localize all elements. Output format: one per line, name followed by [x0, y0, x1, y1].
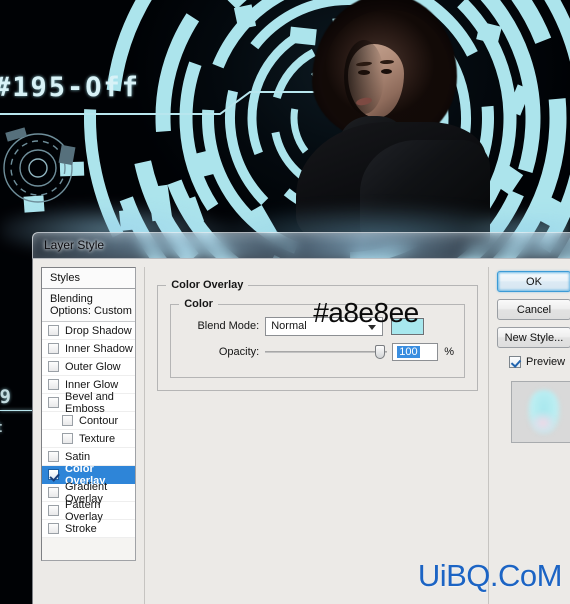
blend-mode-label: Blend Mode: — [197, 320, 260, 332]
color-overlay-legend: Color Overlay — [166, 279, 249, 291]
new-style-button[interactable]: New Style... — [497, 327, 570, 348]
style-item-stroke[interactable]: Stroke — [42, 520, 136, 538]
opacity-slider[interactable] — [265, 343, 388, 361]
style-item-checkbox[interactable] — [48, 487, 59, 498]
style-item-label: Stroke — [65, 522, 97, 535]
dialog-title: Layer Style — [44, 238, 105, 252]
opacity-slider-thumb[interactable] — [375, 345, 386, 359]
opacity-value: 100 — [397, 346, 420, 358]
subject-eye-left — [358, 70, 370, 75]
color-overlay-pane: #a8e8ee Color Overlay Color Blend Mode: … — [144, 267, 489, 604]
style-item-label: Drop Shadow — [65, 324, 132, 337]
opacity-input[interactable]: 100 — [392, 343, 439, 361]
hud-text-left-2: et — [0, 420, 5, 436]
style-item-checkbox[interactable] — [62, 433, 73, 444]
styles-list: Drop Shadow Inner Shadow Outer Glow Inner G… — [42, 322, 136, 538]
opacity-unit: % — [444, 346, 454, 358]
styles-header[interactable]: Styles — [42, 268, 136, 289]
blending-options-row[interactable]: Blending Options: Custom — [42, 289, 136, 322]
style-item-label: Contour — [79, 414, 119, 427]
preview-thumbnail — [511, 381, 570, 443]
style-item-inner-shadow[interactable]: Inner Shadow — [42, 340, 136, 358]
opacity-label: Opacity: — [218, 346, 260, 358]
cancel-button[interactable]: Cancel — [497, 299, 570, 320]
style-item-checkbox[interactable] — [48, 325, 59, 336]
preview-checkbox[interactable] — [509, 356, 521, 368]
style-item-checkbox[interactable] — [48, 379, 59, 390]
style-item-pattern-overlay[interactable]: Pattern Overlay — [42, 498, 136, 523]
style-item-label: Pattern Overlay — [65, 498, 103, 523]
style-item-outer-glow[interactable]: Outer Glow — [42, 358, 136, 376]
style-item-label: Satin — [65, 450, 91, 463]
ok-button[interactable]: OK — [497, 271, 570, 292]
style-item-checkbox[interactable] — [48, 397, 59, 408]
opacity-slider-track — [265, 351, 388, 353]
style-item-label: Inner Glow — [65, 378, 119, 391]
dialog-body: Styles Blending Options: Custom Drop Sha… — [32, 258, 570, 604]
style-item-label: Texture — [79, 432, 116, 445]
styles-panel: Styles Blending Options: Custom Drop Sha… — [41, 267, 137, 561]
styles-column: Styles Blending Options: Custom Drop Sha… — [41, 267, 137, 604]
style-item-checkbox[interactable] — [48, 343, 59, 354]
style-item-label: Inner Shadow — [65, 342, 133, 355]
style-item-bevel-and-emboss[interactable]: Bevel and Emboss — [42, 390, 136, 415]
style-item-contour[interactable]: Contour — [42, 412, 136, 430]
style-item-checkbox[interactable] — [48, 505, 59, 516]
style-item-label: Outer Glow — [65, 360, 121, 373]
preview-thumbnail-glow2 — [530, 412, 556, 434]
style-item-checkbox[interactable] — [48, 523, 59, 534]
preview-checkbox-row[interactable]: Preview — [497, 356, 570, 368]
styles-list-tail — [42, 538, 136, 560]
dialog-actions: OK Cancel New Style... Preview — [497, 267, 570, 604]
style-item-drop-shadow[interactable]: Drop Shadow — [42, 322, 136, 340]
color-group-legend: Color — [179, 298, 218, 310]
style-item-checkbox[interactable] — [48, 361, 59, 372]
hud-text-main: #195-Off — [0, 72, 141, 103]
style-item-checkbox[interactable] — [62, 415, 73, 426]
blend-mode-value: Normal — [271, 320, 307, 332]
style-item-checkbox[interactable] — [48, 451, 59, 462]
style-item-checkbox[interactable] — [48, 469, 59, 480]
layer-style-dialog[interactable]: Layer Style Styles Blending Options: Cus… — [32, 232, 570, 604]
preview-label: Preview — [526, 356, 566, 368]
style-item-texture[interactable]: Texture — [42, 430, 136, 448]
hud-text-left-1: 59 — [0, 386, 13, 408]
opacity-row: Opacity: 100 % — [181, 341, 454, 363]
hex-annotation: #a8e8ee — [313, 297, 419, 328]
dialog-titlebar[interactable]: Layer Style — [32, 232, 570, 258]
style-item-label: Bevel and Emboss — [65, 390, 114, 415]
subject-eye-right — [381, 69, 392, 74]
site-watermark: UiBQ.CoM — [417, 558, 563, 593]
